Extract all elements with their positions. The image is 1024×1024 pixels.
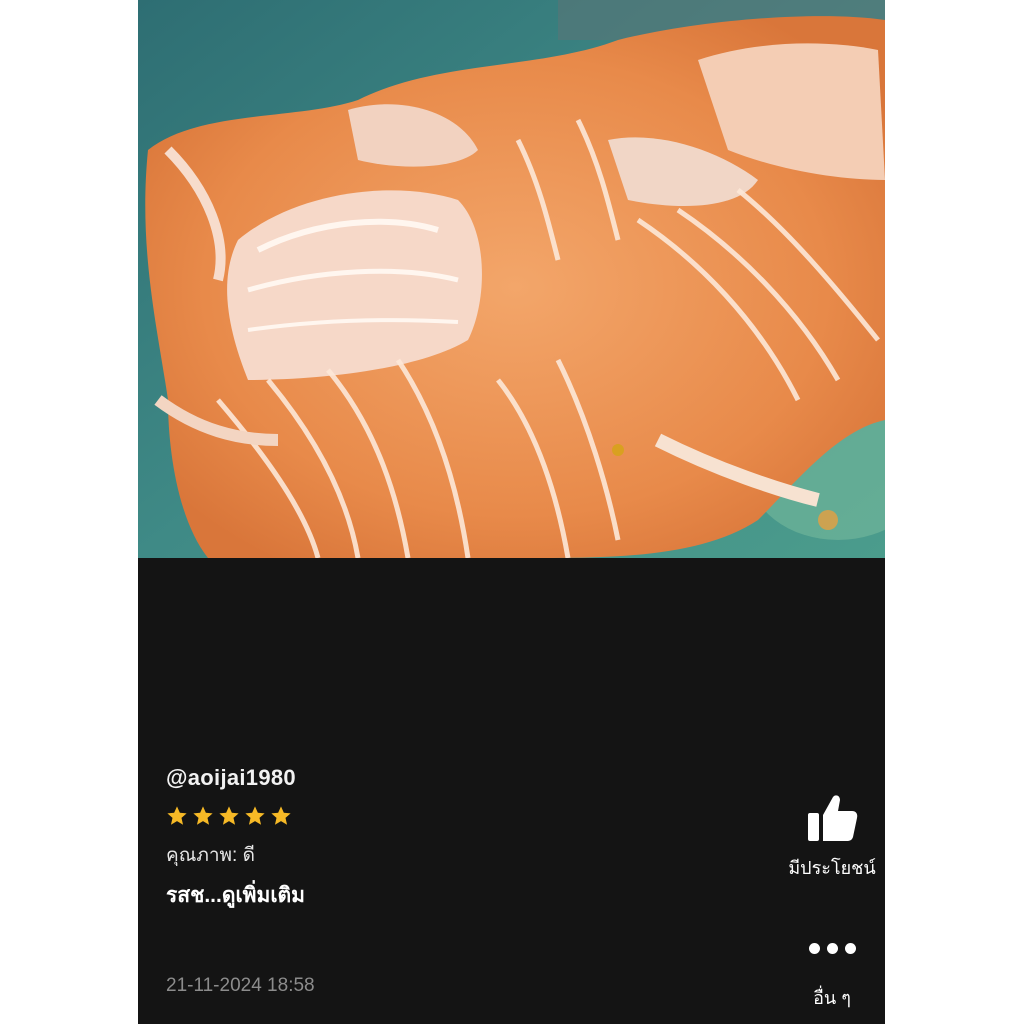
review-photo[interactable]: [138, 0, 885, 558]
helpful-label: มีประโยชน์: [788, 858, 876, 878]
review-media-viewer: @aoijai1980 คุณภาพ: ดี รสช...ดูเพิ่มเติม…: [138, 0, 885, 1024]
star-icon: [167, 806, 187, 825]
review-text-see-more[interactable]: รสช...ดูเพิ่มเติม: [166, 880, 766, 912]
star-icon: [219, 806, 239, 825]
review-timestamp: 21-11-2024 18:58: [166, 975, 315, 996]
thumbs-up-icon: [808, 795, 858, 841]
quality-text: คุณภาพ: ดี: [166, 845, 255, 866]
star-icon: [193, 806, 213, 825]
reviewer-username[interactable]: @aoijai1980: [166, 760, 766, 796]
more-dots-icon: [808, 942, 856, 954]
review-details: @aoijai1980 คุณภาพ: ดี รสช...ดูเพิ่มเติม: [166, 760, 766, 912]
salmon-photo-image: [138, 0, 885, 558]
star-rating: [166, 802, 766, 830]
star-icon: [271, 806, 291, 825]
more-options-button[interactable]: อื่น ๆ: [772, 920, 885, 1010]
star-icon: [245, 806, 265, 825]
helpful-button[interactable]: มีประโยชน์: [772, 790, 885, 880]
more-label: อื่น ๆ: [813, 988, 851, 1008]
